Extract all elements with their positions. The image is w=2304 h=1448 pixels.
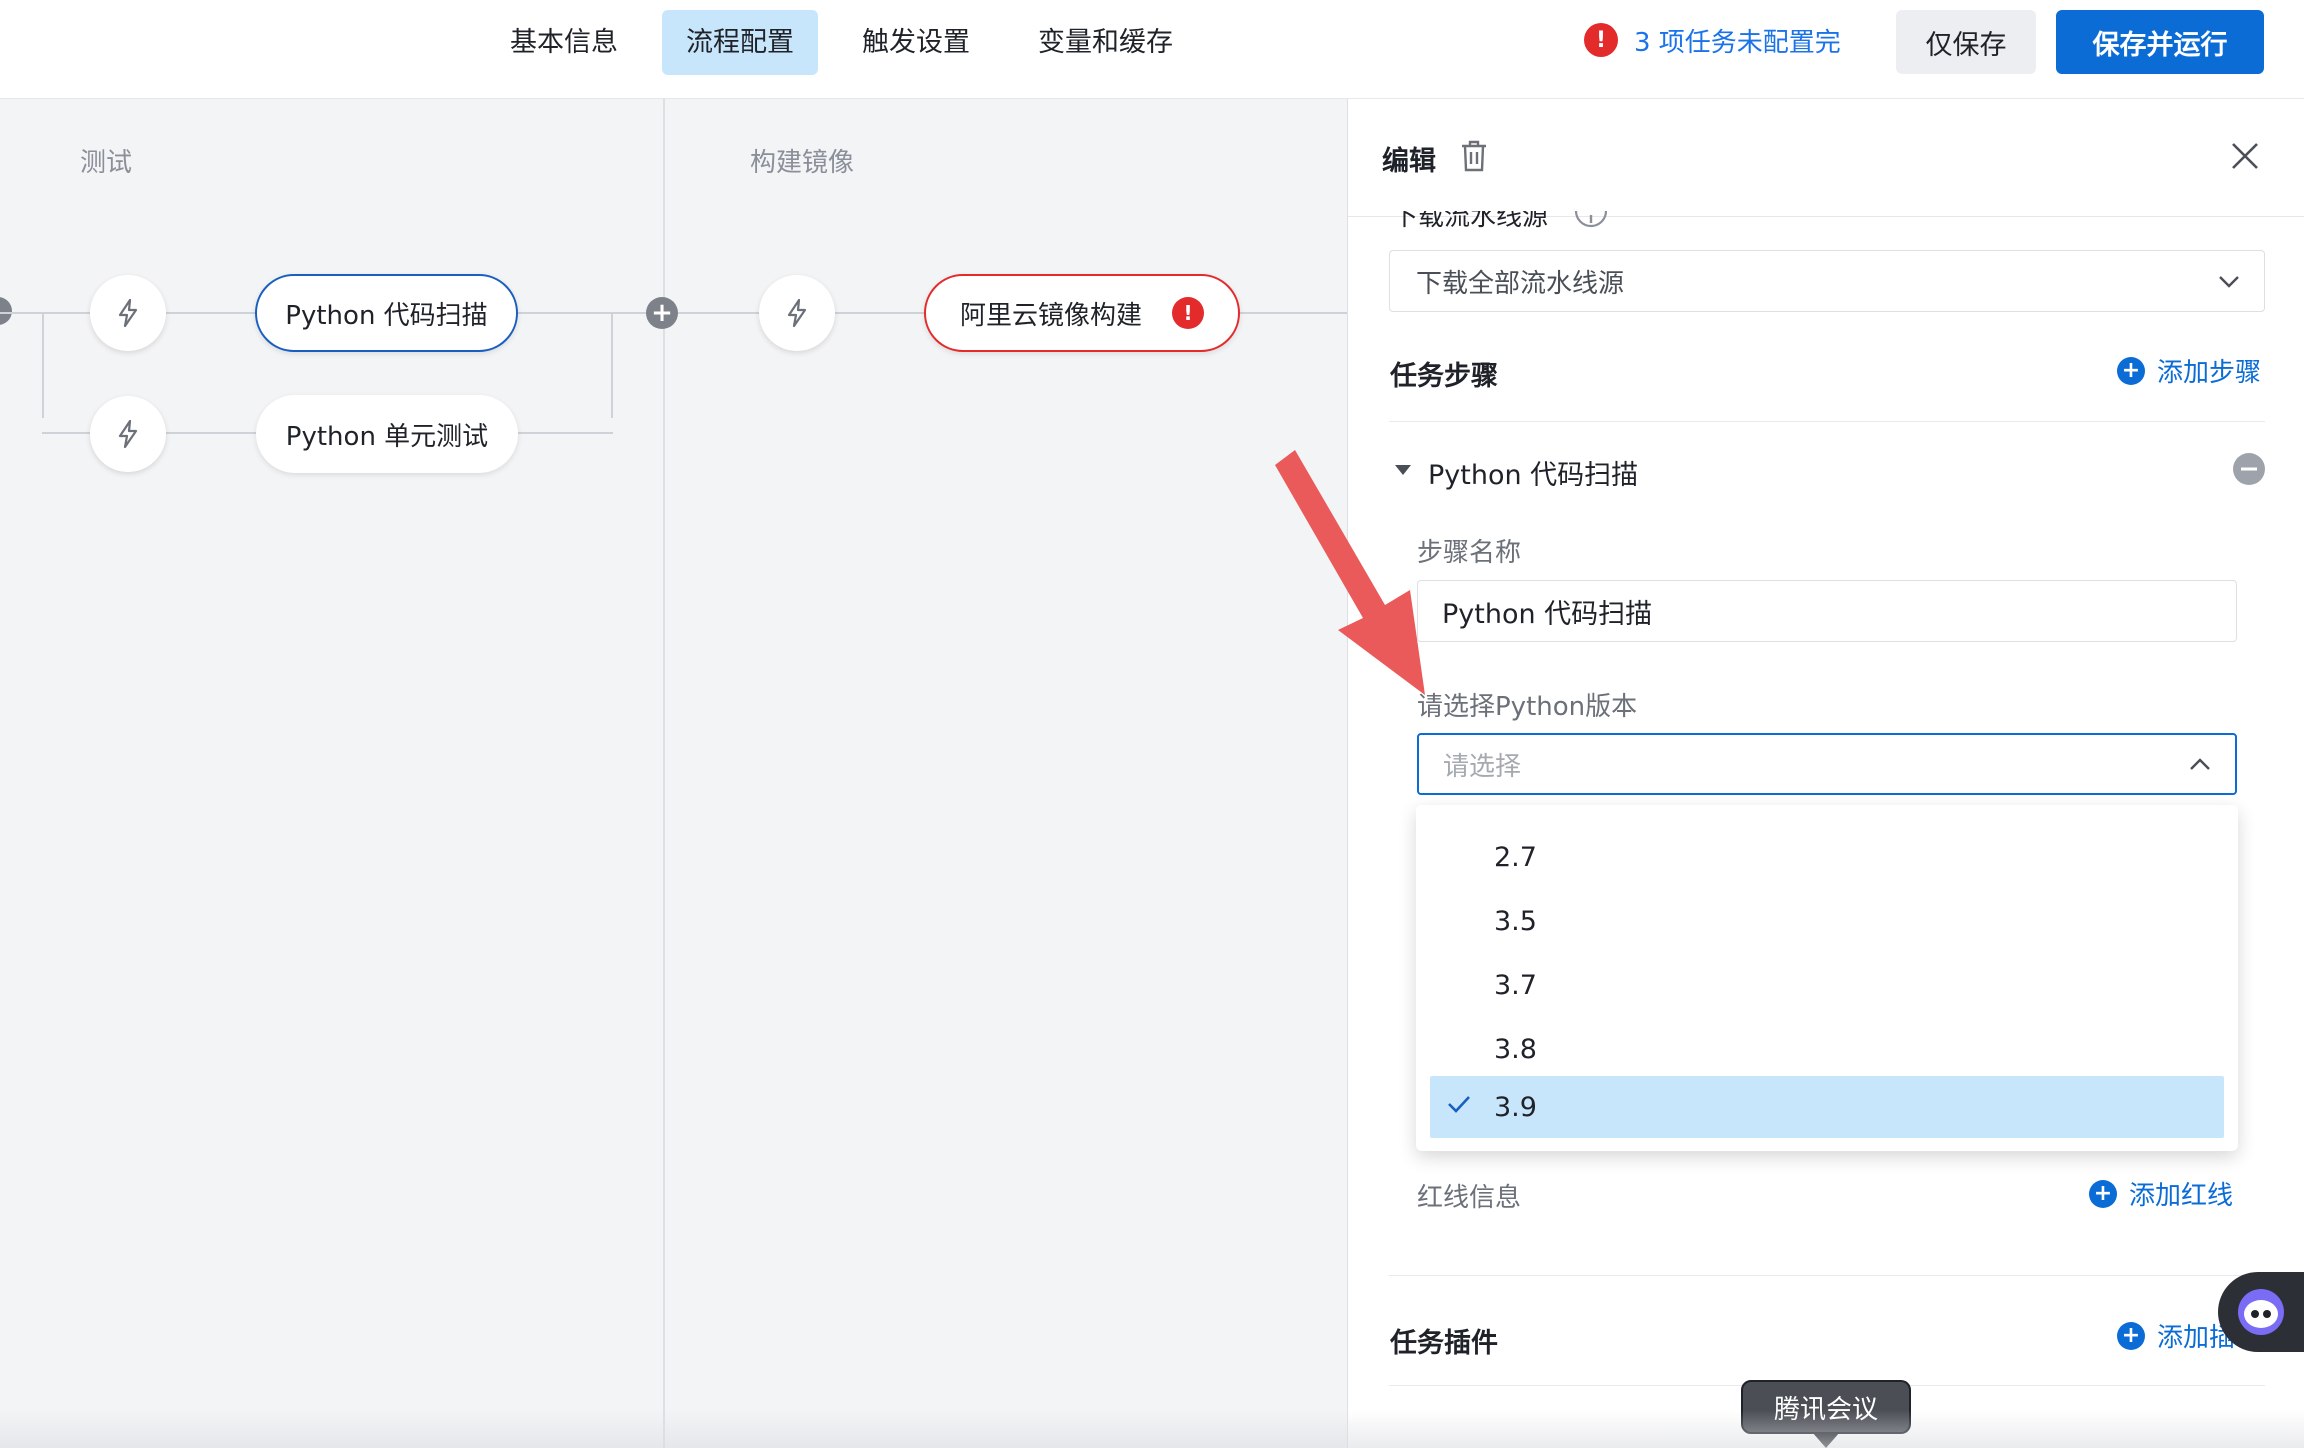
stage-title-build-image: 构建镜像 bbox=[750, 148, 855, 178]
warning-text: 3 项任务未配置完 bbox=[1634, 27, 1841, 58]
assistant-bot-button[interactable] bbox=[2218, 1272, 2304, 1352]
step-name-value: Python 代码扫描 bbox=[1442, 598, 1653, 630]
panel-header: 编辑 bbox=[1348, 99, 2304, 217]
option-label: 2.7 bbox=[1494, 841, 1537, 873]
job-node-label: 阿里云镜像构建 bbox=[959, 300, 1142, 331]
plus-circle-icon: + bbox=[2117, 356, 2145, 385]
save-and-run-button[interactable]: 保存并运行 bbox=[2056, 10, 2264, 74]
remove-step-icon[interactable] bbox=[2232, 452, 2266, 486]
add-redline-label: 添加红线 bbox=[2129, 1181, 2234, 1211]
tencent-meeting-tooltip: 腾讯会议 bbox=[1741, 1380, 1911, 1434]
job-trigger-node[interactable] bbox=[90, 396, 166, 472]
python-version-placeholder: 请选择 bbox=[1443, 751, 1522, 782]
divider bbox=[1389, 421, 2265, 422]
add-redline-button[interactable]: + 添加红线 bbox=[2089, 1175, 2233, 1212]
source-select[interactable]: 下载全部流水线源 bbox=[1389, 250, 2265, 312]
option-3-8[interactable]: 3.8 bbox=[1430, 1018, 2224, 1080]
option-label: 3.5 bbox=[1494, 905, 1537, 937]
add-step-label: 添加步骤 bbox=[2157, 358, 2262, 388]
job-node-aliyun-image-build[interactable]: 阿里云镜像构建 ! bbox=[924, 274, 1240, 352]
option-label: 3.8 bbox=[1494, 1033, 1537, 1065]
chevron-up-icon bbox=[2190, 758, 2210, 770]
job-trigger-node[interactable] bbox=[759, 275, 835, 351]
steps-section-title: 任务步骤 bbox=[1390, 361, 1498, 392]
connector-line bbox=[611, 312, 613, 418]
lightning-icon bbox=[118, 298, 138, 328]
python-version-label: 请选择Python版本 bbox=[1417, 692, 1638, 722]
add-stage-icon[interactable]: + bbox=[646, 297, 678, 329]
annotation-arrow-icon bbox=[1275, 450, 1425, 695]
trash-icon[interactable] bbox=[1458, 139, 1490, 173]
save-only-button[interactable]: 仅保存 bbox=[1896, 10, 2036, 74]
stage-title-test: 测试 bbox=[80, 148, 133, 178]
bot-face-icon bbox=[2238, 1289, 2284, 1335]
error-icon: ! bbox=[1172, 297, 1204, 329]
step-name-input[interactable]: Python 代码扫描 bbox=[1417, 580, 2237, 642]
plus-circle-icon: + bbox=[2089, 1179, 2117, 1208]
source-select-value: 下载全部流水线源 bbox=[1416, 268, 1625, 299]
connector-line bbox=[42, 312, 44, 418]
tooltip-tail bbox=[1812, 1432, 1840, 1448]
plus-circle-icon: + bbox=[2117, 1321, 2145, 1350]
job-trigger-node[interactable] bbox=[90, 275, 166, 351]
error-icon: ! bbox=[1584, 23, 1618, 57]
lightning-icon bbox=[118, 419, 138, 449]
info-icon[interactable] bbox=[1574, 211, 1608, 235]
edit-panel: 编辑 下载流水线源 下载全部流水线源 任务步骤 + 添加步骤 Python 代码… bbox=[1347, 99, 2304, 1448]
python-version-select[interactable]: 请选择 bbox=[1417, 733, 2237, 795]
tab-variables-cache[interactable]: 变量和缓存 bbox=[1014, 10, 1197, 75]
add-step-button[interactable]: + 添加步骤 bbox=[2117, 352, 2261, 389]
option-3-9[interactable]: 3.9 bbox=[1430, 1076, 2224, 1138]
add-plugin-button[interactable]: + 添加插 bbox=[2117, 1317, 2235, 1354]
option-3-5[interactable]: 3.5 bbox=[1430, 890, 2224, 952]
option-3-7[interactable]: 3.7 bbox=[1430, 954, 2224, 1016]
option-label: 3.9 bbox=[1494, 1091, 1537, 1123]
tab-flow-config[interactable]: 流程配置 bbox=[662, 10, 818, 75]
check-icon bbox=[1448, 1096, 1470, 1113]
job-node-python-scan[interactable]: Python 代码扫描 bbox=[255, 274, 518, 352]
close-icon[interactable] bbox=[2228, 139, 2262, 173]
tab-trigger-settings[interactable]: 触发设置 bbox=[838, 10, 994, 75]
step-header-title[interactable]: Python 代码扫描 bbox=[1428, 453, 1638, 492]
source-field-label: 下载流水线源 bbox=[1392, 211, 1549, 232]
top-bar: 基本信息 流程配置 触发设置 变量和缓存 ! 3 项任务未配置完 仅保存 保存并… bbox=[0, 0, 2304, 99]
tab-basic-info[interactable]: 基本信息 bbox=[486, 10, 642, 75]
option-label: 3.7 bbox=[1494, 969, 1537, 1001]
option-2-7[interactable]: 2.7 bbox=[1430, 826, 2224, 888]
plugins-section-title: 任务插件 bbox=[1390, 1328, 1498, 1359]
connector-dot bbox=[0, 297, 12, 325]
divider bbox=[1389, 1275, 2265, 1276]
redline-label: 红线信息 bbox=[1417, 1183, 1522, 1213]
incomplete-tasks-warning[interactable]: ! 3 项任务未配置完 bbox=[1584, 20, 1841, 60]
lightning-icon bbox=[787, 298, 807, 328]
python-version-dropdown: 2.7 3.5 3.7 3.8 3.9 bbox=[1416, 805, 2238, 1151]
panel-title: 编辑 bbox=[1382, 146, 1436, 177]
chevron-down-icon bbox=[2219, 276, 2239, 288]
job-node-python-unit-test[interactable]: Python 单元测试 bbox=[256, 395, 518, 473]
